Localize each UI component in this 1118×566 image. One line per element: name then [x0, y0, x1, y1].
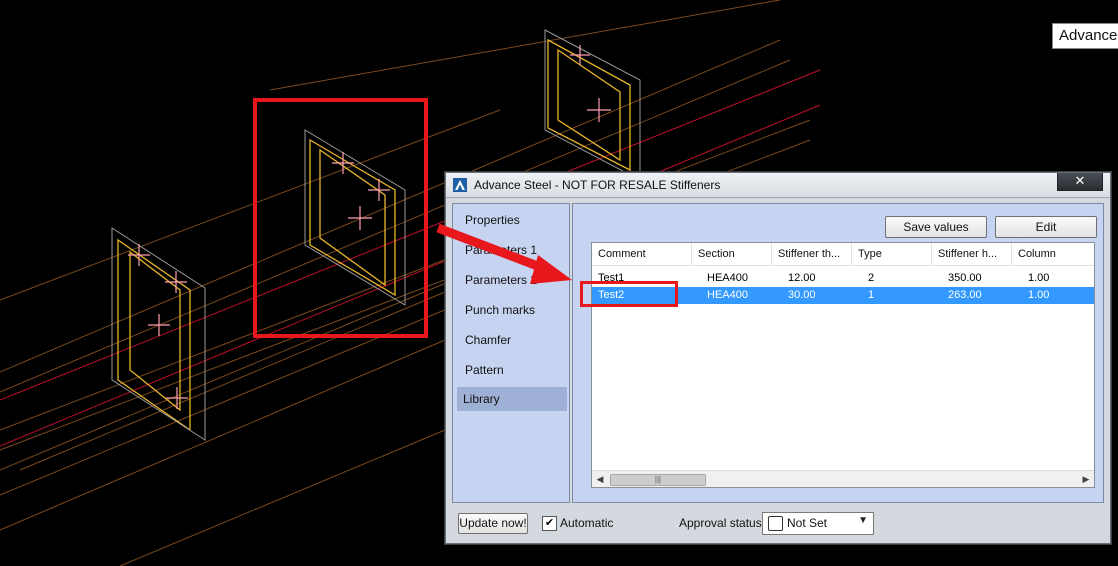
dialog-titlebar[interactable]: Advance Steel - NOT FOR RESALE Stiffener… — [446, 173, 1110, 198]
cell-thickness: 30.00 — [788, 289, 816, 301]
cell-section: HEA400 — [707, 272, 748, 284]
column-header-thickness[interactable]: Stiffener th... — [772, 243, 852, 265]
category-nav: Properties Parameters 1 Parameters 2 Pun… — [452, 203, 570, 503]
nav-item-parameters-2[interactable]: Parameters 2 — [459, 268, 565, 292]
approval-status-label: Approval status — [679, 516, 762, 530]
horizontal-scrollbar[interactable]: ◀ ||| ▶ — [592, 470, 1094, 487]
dialog-body: Properties Parameters 1 Parameters 2 Pun… — [452, 203, 1104, 505]
automatic-label: Automatic — [560, 516, 614, 530]
cell-type: 1 — [868, 289, 875, 301]
automatic-checkbox[interactable]: ✔ — [542, 516, 557, 531]
dialog-footer: Update now! ✔ Automatic Approval status … — [452, 511, 1104, 537]
checkmark-icon: ✔ — [544, 517, 555, 529]
nav-item-pattern[interactable]: Pattern — [459, 358, 565, 382]
column-header-section[interactable]: Section — [692, 243, 772, 265]
cell-height: 263.00 — [948, 289, 982, 301]
scroll-right-icon[interactable]: ▶ — [1078, 471, 1094, 487]
command-tooltip: Advance — [1052, 23, 1118, 49]
nav-item-chamfer[interactable]: Chamfer — [459, 328, 565, 352]
nav-item-library[interactable]: Library — [457, 387, 567, 411]
cell-height: 350.00 — [948, 272, 982, 284]
column-header-column[interactable]: Column — [1012, 243, 1094, 265]
advance-steel-logo-icon — [453, 178, 467, 192]
approval-status-select[interactable]: Not Set ▼ — [762, 512, 874, 535]
column-header-height[interactable]: Stiffener h... — [932, 243, 1012, 265]
scroll-thumb[interactable]: ||| — [610, 474, 706, 486]
annotation-highlight-row — [580, 281, 678, 307]
save-values-button[interactable]: Save values — [885, 216, 987, 238]
nav-item-punch-marks[interactable]: Punch marks — [459, 298, 565, 322]
update-now-button[interactable]: Update now! — [458, 513, 528, 534]
cell-column: 1.00 — [1028, 272, 1050, 284]
dropdown-arrow-icon: ▼ — [858, 515, 868, 526]
cell-thickness: 12.00 — [788, 272, 816, 284]
column-header-type[interactable]: Type — [852, 243, 932, 265]
column-header-comment[interactable]: Comment — [592, 243, 692, 265]
nav-item-parameters-1[interactable]: Parameters 1 — [459, 238, 565, 262]
close-button[interactable]: ✕ — [1057, 173, 1103, 191]
scroll-left-icon[interactable]: ◀ — [592, 471, 608, 487]
library-panel: Save values Edit Comment Section Stiffen… — [572, 203, 1104, 503]
cell-section: HEA400 — [707, 289, 748, 301]
annotation-highlight-drawing — [253, 98, 428, 338]
library-table: Comment Section Stiffener th... Type Sti… — [591, 242, 1095, 488]
cell-type: 2 — [868, 272, 875, 284]
approval-status-value: Not Set — [787, 516, 828, 530]
close-icon: ✕ — [1074, 173, 1086, 188]
nav-item-properties[interactable]: Properties — [459, 208, 565, 232]
edit-button[interactable]: Edit — [995, 216, 1097, 238]
cell-column: 1.00 — [1028, 289, 1050, 301]
status-color-swatch — [768, 516, 783, 531]
stiffeners-dialog: Advance Steel - NOT FOR RESALE Stiffener… — [445, 172, 1111, 544]
dialog-title: Advance Steel - NOT FOR RESALE Stiffener… — [474, 178, 721, 192]
table-header: Comment Section Stiffener th... Type Sti… — [592, 243, 1094, 266]
